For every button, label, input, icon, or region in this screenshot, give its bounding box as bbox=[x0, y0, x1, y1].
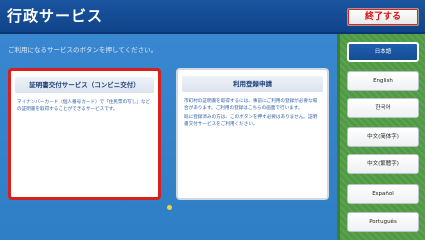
certificate-service-card[interactable]: 証明書交付サービス（コンビニ交付） マイナンバーカード（個人番号カード）で「住民… bbox=[8, 68, 161, 200]
language-button-english[interactable]: English bbox=[347, 71, 419, 91]
registration-card[interactable]: 利用登録申請 市町村の証明書を取得するには、事前にご利用の登録が必要な場合があり… bbox=[176, 68, 329, 200]
card-description-text: マイナンバーカード（個人番号カード）で「住民票の写し」などの証明書を取得すること… bbox=[17, 100, 151, 112]
language-panel: 日本語 English 한국어 中文(简体字) 中文(繁體字) Español … bbox=[337, 34, 425, 240]
service-area: ご利用になるサービスのボタンを押してください。 証明書交付サービス（コンビニ交付… bbox=[0, 34, 337, 240]
language-button-portuguese[interactable]: Português bbox=[347, 212, 419, 232]
language-button-korean[interactable]: 한국어 bbox=[347, 98, 419, 118]
card-description-text-1: 市町村の証明書を取得するには、事前にご利用の登録が必要な場合があります。ご利用の… bbox=[184, 99, 318, 111]
app-title: 行政サービス bbox=[7, 7, 104, 25]
language-button-spanish[interactable]: Español bbox=[347, 184, 419, 204]
card-description: 市町村の証明書を取得するには、事前にご利用の登録が必要な場合があります。ご利用の… bbox=[184, 98, 321, 128]
card-description-text-2: 既に登録済みの方は、このボタンを押す必要はありません。証明書交付サービスをご利用… bbox=[184, 115, 318, 127]
instruction-text: ご利用になるサービスのボタンを押してください。 bbox=[8, 46, 158, 54]
card-title: 利用登録申請 bbox=[182, 76, 323, 92]
header-bar: 行政サービス 終了する bbox=[0, 0, 425, 34]
page-indicator-dot bbox=[167, 205, 172, 210]
card-title: 証明書交付サービス（コンビニ交付） bbox=[15, 77, 154, 93]
language-button-chinese-traditional[interactable]: 中文(繁體字) bbox=[347, 154, 419, 174]
card-description: マイナンバーカード（個人番号カード）で「住民票の写し」などの証明書を取得すること… bbox=[17, 99, 152, 113]
language-button-chinese-simplified[interactable]: 中文(简体字) bbox=[347, 127, 419, 147]
exit-button[interactable]: 終了する bbox=[347, 8, 419, 26]
language-button-japanese[interactable]: 日本語 bbox=[347, 42, 419, 62]
